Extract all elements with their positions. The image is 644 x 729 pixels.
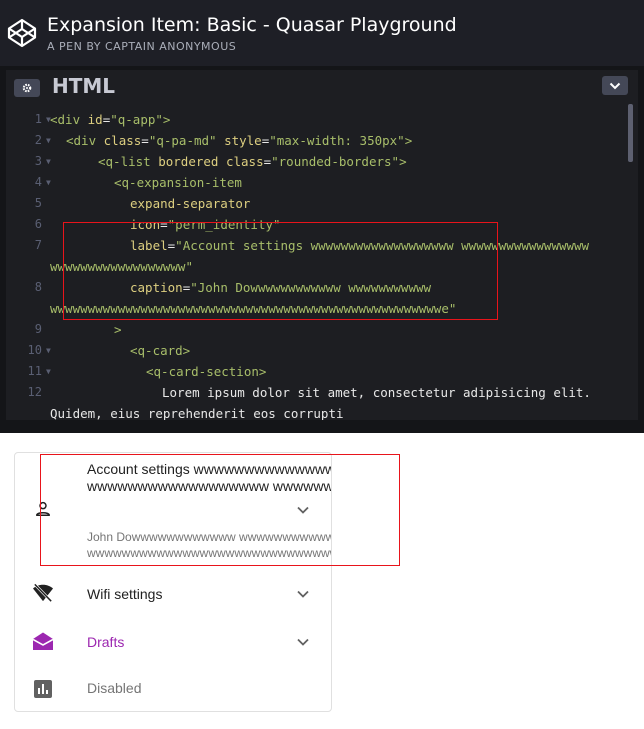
pen-title[interactable]: Expansion Item: Basic - Quasar Playgroun… [47, 14, 457, 36]
code-token: > [399, 154, 407, 169]
code-token: Quidem, eius reprehenderit eos corrupti [50, 406, 344, 420]
code-token: "q-pa-md" [148, 133, 217, 148]
code-line: Quidem, eius reprehenderit eos corrupti [50, 406, 344, 420]
code-token: id [87, 112, 103, 127]
editor-header: HTML [6, 70, 638, 104]
line-number: 7 [34, 238, 42, 252]
expansion-item-disabled: Disabled [15, 667, 331, 711]
expansion-item-wifi[interactable]: Wifi settings [15, 571, 331, 619]
line-number: 8 [34, 280, 42, 294]
item-label: Disabled [87, 680, 142, 696]
line-number: 9 [34, 322, 42, 336]
code-token: <q-expansion-item [114, 175, 242, 190]
editor-settings-button[interactable] [14, 79, 40, 97]
drafts-icon [31, 629, 55, 653]
code-token: bordered [158, 154, 219, 169]
pen-header: Expansion Item: Basic - Quasar Playgroun… [0, 0, 644, 66]
code-token: = [263, 154, 272, 169]
code-token: <div [66, 133, 104, 148]
code-token: "rounded-borders" [271, 154, 400, 169]
chevron-down-icon [609, 82, 621, 89]
code-line: <div id="q-app"> [50, 112, 170, 127]
code-line: <q-card> [130, 343, 190, 358]
line-number: 10 [27, 343, 42, 357]
code-token: <q-card> [130, 343, 191, 358]
code-token: <q-list [98, 154, 159, 169]
fold-arrow-icon[interactable]: ▼ [46, 346, 51, 355]
item-label: Drafts [87, 634, 125, 650]
code-line: <q-expansion-item [114, 175, 242, 190]
line-number: 4 [34, 175, 42, 189]
expansion-item-drafts[interactable]: Drafts [15, 619, 331, 667]
line-number: 5 [34, 196, 42, 210]
line-number: 2 [34, 133, 42, 147]
code-token: = [141, 133, 149, 148]
line-number: 12 [27, 385, 42, 399]
code-token: class [218, 154, 264, 169]
editor-scrollbar[interactable] [628, 104, 633, 162]
line-number: 6 [34, 217, 42, 231]
code-token: > [404, 133, 413, 148]
gear-icon [22, 83, 32, 93]
code-line: > [114, 322, 122, 337]
chevron-down-icon[interactable] [293, 632, 313, 652]
fold-arrow-icon[interactable]: ▼ [46, 136, 51, 145]
code-line: expand-separator [130, 196, 250, 211]
code-highlight-box [63, 222, 498, 320]
code-token: "max-width: 350px" [269, 133, 405, 148]
code-token: class [103, 133, 142, 148]
code-token: "q-app" [110, 112, 163, 127]
editor-language-label: HTML [52, 74, 116, 98]
item-label: Wifi settings [87, 586, 163, 602]
code-token: <div [50, 112, 88, 127]
code-token: > [114, 322, 122, 337]
code-token: Lorem ipsum dolor sit amet, consectetur … [162, 385, 591, 400]
code-token: style [216, 133, 262, 148]
preview-highlight-box [40, 454, 400, 566]
code-line: Lorem ipsum dolor sit amet, consectetur … [162, 385, 591, 400]
line-number: 3 [34, 154, 42, 168]
fold-arrow-icon[interactable]: ▼ [46, 157, 51, 166]
fold-arrow-icon[interactable]: ▼ [46, 178, 51, 187]
code-line: <q-list bordered class="rounded-borders"… [98, 154, 407, 169]
wifi-off-icon [31, 581, 55, 605]
code-line: <div class="q-pa-md" style="max-width: 3… [66, 133, 412, 148]
line-number: 1 [34, 112, 42, 126]
code-line: <q-card-section> [146, 364, 266, 379]
line-number: 11 [27, 364, 42, 378]
fold-arrow-icon[interactable]: ▼ [46, 367, 51, 376]
codepen-logo-icon[interactable] [6, 17, 38, 49]
editor-collapse-button[interactable] [602, 76, 628, 95]
code-token: <q-card-section> [146, 364, 267, 379]
bar-chart-icon [31, 677, 55, 701]
code-token: > [162, 112, 171, 127]
chevron-down-icon[interactable] [293, 584, 313, 604]
pen-author[interactable]: A PEN BY CAPTAIN ANONYMOUS [47, 40, 236, 53]
code-token: expand-separator [130, 196, 251, 211]
